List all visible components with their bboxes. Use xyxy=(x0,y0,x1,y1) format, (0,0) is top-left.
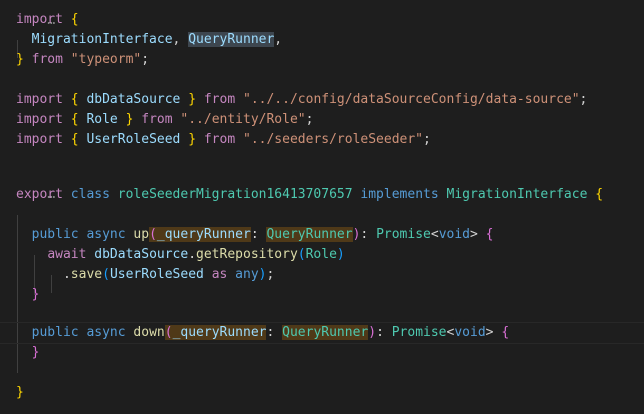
code-line[interactable]: MigrationInterface, QueryRunner, xyxy=(16,30,282,50)
angle-close: > xyxy=(485,325,494,340)
keyword-await: await xyxy=(47,247,87,262)
identifier-user-role-seed: UserRoleSeed xyxy=(109,267,204,282)
semicolon: ; xyxy=(423,132,431,147)
keyword-public: public xyxy=(31,325,79,340)
comma: , xyxy=(274,32,283,47)
code-line[interactable]: .save(UserRoleSeed as any); xyxy=(16,265,274,285)
type-query-runner: QueryRunner xyxy=(266,227,353,242)
code-line[interactable]: } xyxy=(16,343,40,363)
brace-close: } xyxy=(188,132,197,147)
keyword-void: void xyxy=(454,325,486,340)
type-query-runner: QueryRunner xyxy=(282,325,369,340)
comma: , xyxy=(172,32,181,47)
brace-open: { xyxy=(595,187,604,202)
class-name: roleSeederMigration16413707657 xyxy=(117,187,353,202)
keyword-any: any xyxy=(235,267,259,282)
keyword-import: import xyxy=(16,12,63,27)
folded-region-marker[interactable]: … xyxy=(16,165,55,202)
string-path: "../entity/Role" xyxy=(180,112,306,127)
string-path: "../../config/dataSourceConfig/data-sour… xyxy=(243,92,580,107)
brace-open: { xyxy=(70,92,79,107)
semicolon: ; xyxy=(579,92,588,107)
brace-close: } xyxy=(188,92,197,107)
keyword-async: async xyxy=(86,227,126,242)
code-line[interactable]: } xyxy=(16,285,40,305)
paren-close: ) xyxy=(368,325,377,340)
keyword-from: from xyxy=(203,92,236,107)
brace-close: } xyxy=(31,287,40,302)
identifier-migration-interface: MigrationInterface xyxy=(31,32,173,47)
semicolon: ; xyxy=(141,52,150,67)
keyword-import: import xyxy=(16,132,63,147)
string-path: "../seeders/roleSeeder" xyxy=(243,132,424,147)
brace-close: } xyxy=(16,385,24,400)
code-line[interactable]: export class roleSeederMigration16413707… xyxy=(16,185,603,205)
semicolon: ; xyxy=(266,267,275,282)
code-line[interactable]: import { xyxy=(16,10,79,30)
method-get-repository: getRepository xyxy=(196,247,298,262)
method-save: save xyxy=(70,267,103,282)
paren-open: ( xyxy=(149,227,157,242)
code-line[interactable]: await dbDataSource.getRepository(Role) xyxy=(16,245,345,265)
identifier-role: Role xyxy=(305,247,337,262)
brace-open: { xyxy=(70,12,79,27)
keyword-public: public xyxy=(31,227,79,242)
code-line[interactable]: import { dbDataSource } from "../../conf… xyxy=(16,90,587,110)
colon: : xyxy=(266,325,275,340)
identifier-db-data-source: dbDataSource xyxy=(94,247,189,262)
brace-close: } xyxy=(16,52,24,67)
brace-open: { xyxy=(485,227,494,242)
angle-close: > xyxy=(470,227,478,242)
keyword-from: from xyxy=(203,132,236,147)
brace-open: { xyxy=(501,325,510,340)
code-line[interactable]: public async up(_queryRunner: QueryRunne… xyxy=(16,225,493,245)
string-typeorm: "typeorm" xyxy=(70,52,142,67)
type-promise: Promise xyxy=(376,227,431,242)
colon: : xyxy=(376,325,384,340)
keyword-import: import xyxy=(16,112,63,127)
param-query-runner: _queryRunner xyxy=(172,325,267,340)
dot: . xyxy=(62,267,71,282)
code-line[interactable]: } from "typeorm"; xyxy=(16,50,149,70)
code-line[interactable]: public async down(_queryRunner: QueryRun… xyxy=(16,323,509,343)
code-line[interactable]: } xyxy=(16,383,24,403)
keyword-class: class xyxy=(70,187,110,202)
type-migration-interface: MigrationInterface xyxy=(446,187,588,202)
identifier-role: Role xyxy=(86,112,118,127)
method-up: up xyxy=(133,227,150,242)
code-editor[interactable]: … import { MigrationInterface, QueryRunn… xyxy=(0,0,644,414)
keyword-from: from xyxy=(31,52,63,67)
param-query-runner: _queryRunner xyxy=(156,227,251,242)
brace-open: { xyxy=(70,132,79,147)
keyword-as: as xyxy=(211,267,228,282)
keyword-async: async xyxy=(86,325,126,340)
code-line[interactable]: import { UserRoleSeed } from "../seeders… xyxy=(16,130,431,150)
keyword-void: void xyxy=(438,227,470,242)
brace-open: { xyxy=(70,112,79,127)
angle-open: < xyxy=(430,227,439,242)
keyword-import: import xyxy=(16,92,63,107)
folded-region-marker[interactable]: … xyxy=(16,0,55,28)
brace-close: } xyxy=(125,112,134,127)
paren-open: ( xyxy=(102,267,110,282)
dot: . xyxy=(188,247,197,262)
identifier-query-runner-highlighted: QueryRunner xyxy=(188,32,275,47)
paren-close: ) xyxy=(336,247,345,262)
brace-close: } xyxy=(31,345,40,360)
semicolon: ; xyxy=(305,112,314,127)
identifier-db-data-source: dbDataSource xyxy=(86,92,181,107)
keyword-export: export xyxy=(16,187,63,202)
code-line[interactable]: import { Role } from "../entity/Role"; xyxy=(16,110,313,130)
colon: : xyxy=(250,227,259,242)
colon: : xyxy=(360,227,369,242)
identifier-user-role-seed: UserRoleSeed xyxy=(86,132,181,147)
keyword-implements: implements xyxy=(360,187,439,202)
method-down: down xyxy=(133,325,165,340)
paren-open: ( xyxy=(297,247,306,262)
type-promise: Promise xyxy=(391,325,447,340)
paren-open: ( xyxy=(164,325,173,340)
keyword-from: from xyxy=(141,112,173,127)
